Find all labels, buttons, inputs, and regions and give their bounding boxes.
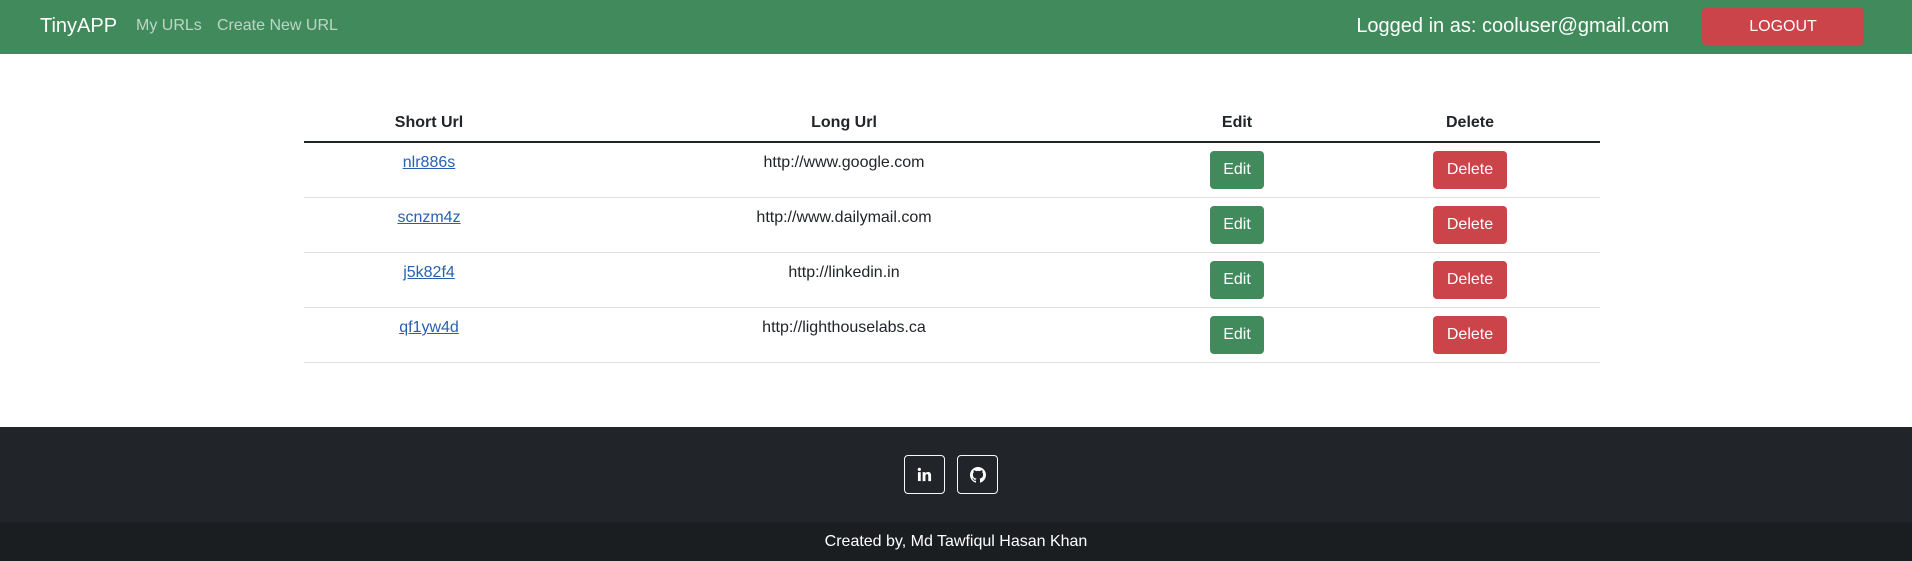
long-url: http://www.dailymail.com <box>756 209 932 226</box>
delete-button[interactable]: Delete <box>1433 316 1507 354</box>
logged-in-user: Logged in as: cooluser@gmail.com <box>1356 15 1669 37</box>
edit-button[interactable]: Edit <box>1210 151 1264 189</box>
short-url-link[interactable]: nlr886s <box>403 153 455 173</box>
urls-table: Short Url Long Url Edit Delete nlr886s h… <box>304 100 1600 363</box>
short-url-link[interactable]: qf1yw4d <box>399 318 459 338</box>
header-long-url: Long Url <box>811 114 877 131</box>
header-short-url: Short Url <box>394 114 464 131</box>
delete-button[interactable]: Delete <box>1433 206 1507 244</box>
short-url-link[interactable]: j5k82f4 <box>403 263 455 283</box>
github-button[interactable] <box>957 455 998 494</box>
nav-create-new-url[interactable]: Create New URL <box>217 16 338 36</box>
table-row: scnzm4z http://www.dailymail.com Edit De… <box>304 198 1600 253</box>
edit-button[interactable]: Edit <box>1210 206 1264 244</box>
delete-button[interactable]: Delete <box>1433 261 1507 299</box>
edit-button[interactable]: Edit <box>1210 261 1264 299</box>
footer: Created by, Md Tawfiqul Hasan Khan <box>0 427 1912 561</box>
navbar: TinyAPP My URLs Create New URL Logged in… <box>0 0 1912 54</box>
header-edit: Edit <box>1221 114 1253 131</box>
linkedin-icon <box>917 467 932 482</box>
table-row: j5k82f4 http://linkedin.in Edit Delete <box>304 253 1600 308</box>
footer-credit: Created by, Md Tawfiqul Hasan Khan <box>0 522 1912 561</box>
long-url: http://linkedin.in <box>788 264 900 281</box>
brand-link[interactable]: TinyAPP <box>40 13 117 39</box>
long-url: http://www.google.com <box>763 154 925 171</box>
nav-my-urls[interactable]: My URLs <box>136 16 202 36</box>
delete-button[interactable]: Delete <box>1433 151 1507 189</box>
github-icon <box>969 466 986 483</box>
short-url-link[interactable]: scnzm4z <box>397 208 460 228</box>
logout-button[interactable]: LOGOUT <box>1702 8 1864 45</box>
long-url: http://lighthouselabs.ca <box>762 319 926 336</box>
table-row: qf1yw4d http://lighthouselabs.ca Edit De… <box>304 308 1600 363</box>
table-header: Short Url Long Url Edit Delete <box>304 100 1600 143</box>
table-row: nlr886s http://www.google.com Edit Delet… <box>304 143 1600 198</box>
linkedin-button[interactable] <box>904 455 945 494</box>
header-delete: Delete <box>1445 114 1495 131</box>
edit-button[interactable]: Edit <box>1210 316 1264 354</box>
